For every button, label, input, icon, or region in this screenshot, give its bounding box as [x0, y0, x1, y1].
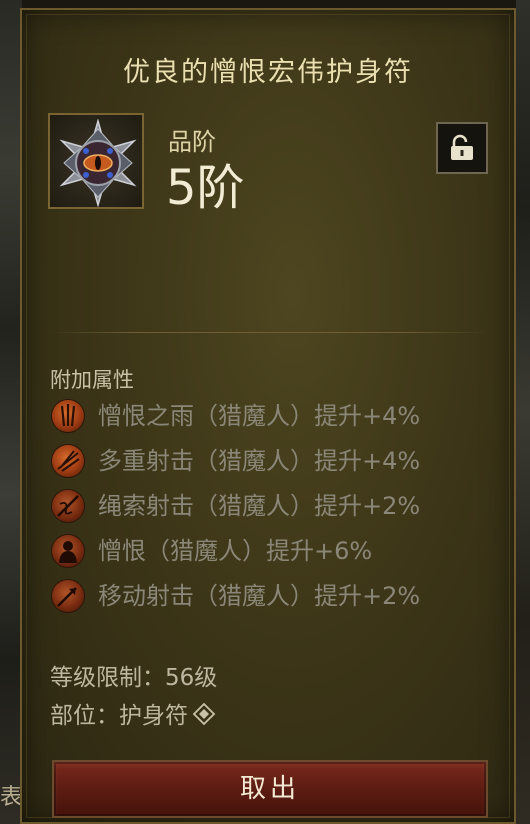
game-backdrop-right — [516, 0, 530, 824]
slot-row: 部位：护身符 — [50, 696, 216, 732]
affix-text: 绳索射击（猎魔人）提升+2% — [98, 492, 421, 520]
amulet-slot-icon — [192, 702, 216, 732]
affix-text: 憎恨之雨（猎魔人）提升+4% — [98, 402, 421, 430]
entangling-shot-icon — [52, 490, 84, 522]
amulet-gem-icon — [48, 113, 144, 209]
affix-text: 憎恨（猎魔人）提升+6% — [98, 537, 373, 565]
affix-row: 绳索射击（猎魔人）提升+2% — [50, 486, 500, 526]
affix-text: 移动射击（猎魔人）提升+2% — [98, 582, 421, 610]
affix-text: 多重射击（猎魔人）提升+4% — [98, 447, 421, 475]
item-title: 优良的憎恨宏伟护身符 — [123, 57, 413, 88]
lock-button[interactable] — [436, 122, 488, 174]
evasive-fire-icon — [52, 580, 84, 612]
affix-row: 憎恨之雨（猎魔人）提升+4% — [50, 396, 500, 436]
hatred-icon — [52, 535, 84, 567]
rain-of-vengeance-icon — [52, 400, 84, 432]
affix-row: 憎恨（猎魔人）提升+6% — [50, 531, 500, 571]
rank-label: 品阶 — [168, 128, 216, 156]
item-tooltip-panel: 优良的憎恨宏伟护身符 品阶 5阶 附加属性 憎恨之雨（猎魔人）提升+4% 多重射… — [20, 8, 516, 824]
attributes-heading: 附加属性 — [50, 368, 134, 392]
affix-row: 移动射击（猎魔人）提升+2% — [50, 576, 500, 616]
backdrop-edge-text: 表 — [0, 785, 23, 810]
padlock-open-icon — [451, 134, 473, 160]
level-requirement: 等级限制：56级 — [50, 665, 218, 691]
slot-label: 部位：护身符 — [50, 703, 188, 729]
affix-row: 多重射击（猎魔人）提升+4% — [50, 441, 500, 481]
take-out-button[interactable]: 取出 — [52, 760, 488, 818]
multishot-icon — [52, 445, 84, 477]
game-backdrop-left — [0, 0, 22, 824]
section-divider — [48, 332, 488, 333]
rank-value: 5阶 — [166, 160, 245, 216]
